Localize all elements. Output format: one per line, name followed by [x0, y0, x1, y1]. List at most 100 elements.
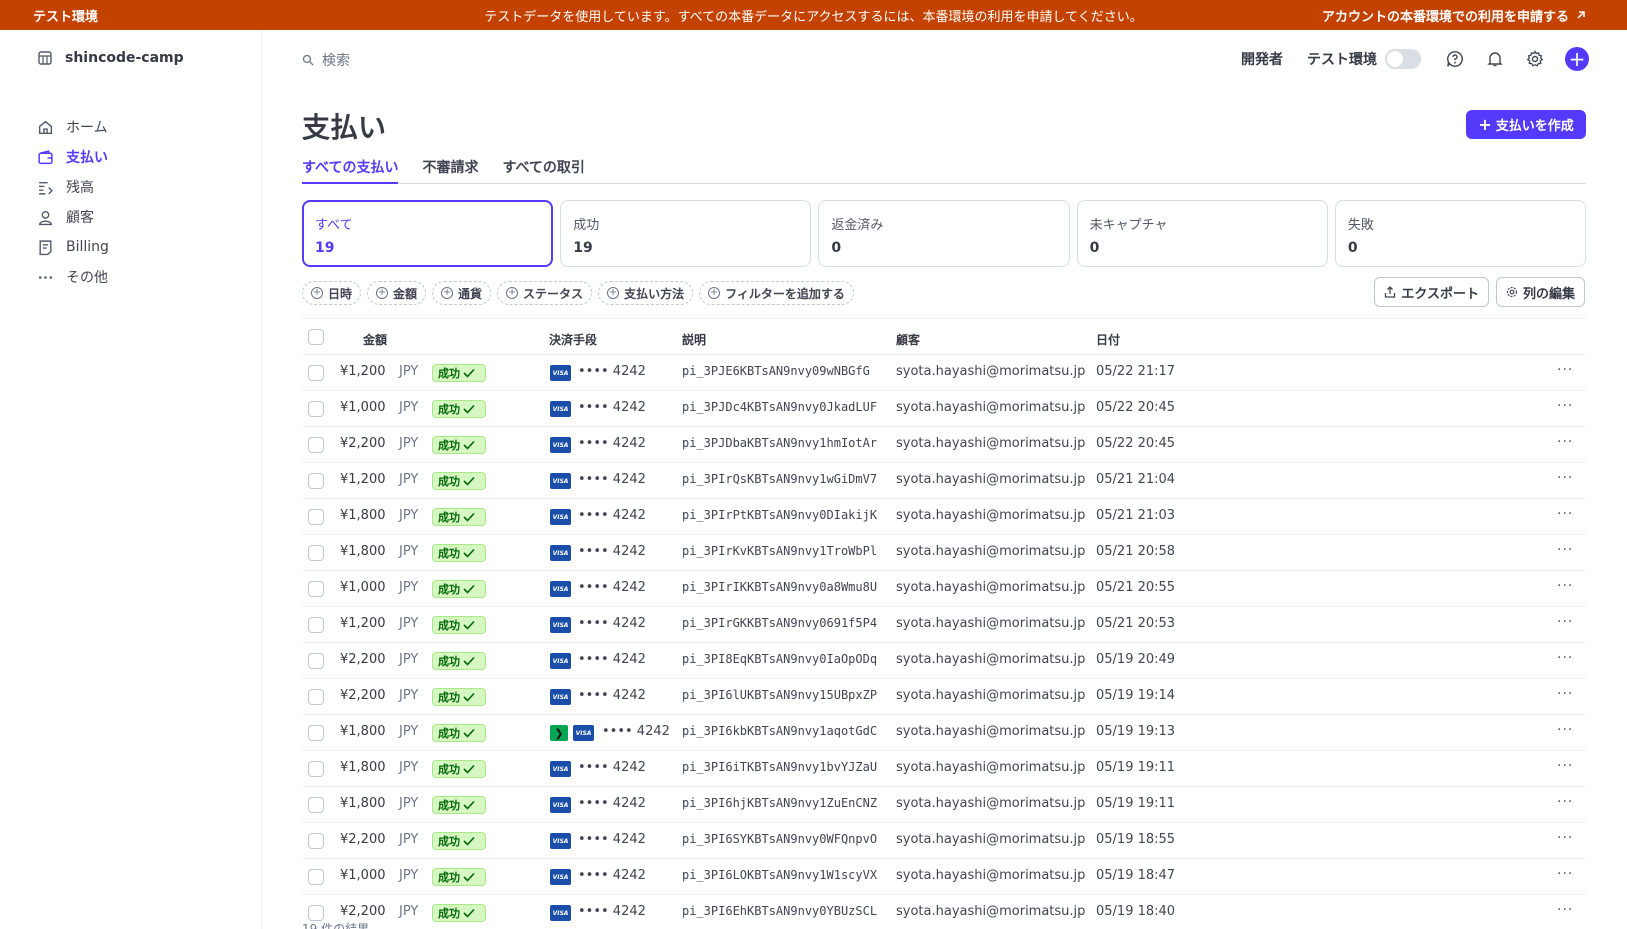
row-checkbox[interactable]	[308, 437, 324, 453]
header-method[interactable]: 決済手段	[549, 331, 597, 348]
header-date[interactable]: 日付	[1096, 331, 1120, 348]
sidebar-item-payments[interactable]: 支払い	[37, 142, 109, 172]
check-icon	[463, 440, 475, 450]
row-menu-button[interactable]: ···	[1557, 830, 1573, 846]
sidebar-item-customers[interactable]: 顧客	[37, 202, 109, 232]
table-row[interactable]: ¥2,200 JPY 成功 VISA •••• 4242 pi_3PJDbaKBTsAN9…	[302, 427, 1586, 463]
row-checkbox[interactable]	[308, 761, 324, 777]
table-row[interactable]: ¥1,800 JPY 成功 VISA •••• 4242 pi_3PI6iTKBTsAN9…	[302, 751, 1586, 787]
payment-id: pi_3PI6EhKBTsAN9nvy0YBUzSCL	[682, 904, 878, 918]
table-row[interactable]: ¥1,000 JPY 成功 VISA •••• 4242 pi_3PJDc4KBTsAN9…	[302, 391, 1586, 427]
row-checkbox[interactable]	[308, 509, 324, 525]
row-menu-button[interactable]: ···	[1557, 542, 1573, 558]
select-all-checkbox[interactable]	[308, 329, 324, 345]
status-card-succeeded[interactable]: 成功 19	[560, 200, 812, 267]
row-checkbox[interactable]	[308, 653, 324, 669]
status-label: 成功	[438, 835, 460, 848]
header-description[interactable]: 説明	[682, 331, 706, 348]
help-button[interactable]	[1445, 49, 1465, 69]
filter-payment-method[interactable]: + 支払い方法	[598, 281, 694, 305]
row-menu-button[interactable]: ···	[1557, 794, 1573, 810]
row-checkbox[interactable]	[308, 617, 324, 633]
row-menu-button[interactable]: ···	[1557, 398, 1573, 414]
row-menu-button[interactable]: ···	[1557, 578, 1573, 594]
edit-columns-button[interactable]: 列の編集	[1495, 277, 1585, 307]
filter-currency[interactable]: + 通貨	[432, 281, 492, 305]
test-mode-toggle[interactable]	[1385, 49, 1421, 69]
filter-add[interactable]: + フィルターを追加する	[699, 281, 854, 305]
status-card-refunded[interactable]: 返金済み 0	[818, 200, 1070, 267]
row-menu-button[interactable]: ···	[1557, 506, 1573, 522]
plus-circle-icon: +	[376, 287, 389, 299]
table-row[interactable]: ¥1,800 JPY 成功 ❯ VISA •••• 4242 pi_3PI6kbKBTsAN…	[302, 715, 1586, 751]
row-menu-button[interactable]: ···	[1557, 902, 1573, 918]
row-checkbox[interactable]	[308, 797, 324, 813]
developers-link[interactable]: 開発者	[1241, 49, 1283, 69]
sidebar-item-balances[interactable]: 残高	[37, 172, 109, 202]
row-checkbox[interactable]	[308, 545, 324, 561]
row-menu-button[interactable]: ···	[1557, 758, 1573, 774]
visa-card-icon: VISA	[550, 437, 571, 453]
sidebar-item-billing[interactable]: Billing	[37, 232, 109, 262]
customer-email: syota.hayashi@morimatsu.jp	[896, 544, 1086, 559]
table-row[interactable]: ¥2,200 JPY 成功 VISA •••• 4242 pi_3PI6lUKBTsAN9…	[302, 679, 1586, 715]
row-menu-button[interactable]: ···	[1557, 614, 1573, 630]
create-payment-button[interactable]: + 支払いを作成	[1466, 110, 1586, 139]
filter-amount[interactable]: + 金額	[367, 281, 427, 305]
row-menu-button[interactable]: ···	[1557, 362, 1573, 378]
table-row[interactable]: ¥1,800 JPY 成功 VISA •••• 4242 pi_3PIrPtKBTsAN9…	[302, 499, 1586, 535]
account-switcher[interactable]: shincode-camp	[37, 50, 184, 66]
table-row[interactable]: ¥2,200 JPY 成功 VISA •••• 4242 pi_3PI6EhKBTsAN9…	[302, 895, 1586, 929]
row-menu-button[interactable]: ···	[1557, 866, 1573, 882]
row-checkbox[interactable]	[308, 725, 324, 741]
table-row[interactable]: ¥2,200 JPY 成功 VISA •••• 4242 pi_3PI8EqKBTsAN9…	[302, 643, 1586, 679]
tab-all-transactions[interactable]: すべての取引	[502, 153, 584, 184]
table-row[interactable]: ¥1,000 JPY 成功 VISA •••• 4242 pi_3PIrIKKBTsAN9…	[302, 571, 1586, 607]
row-checkbox[interactable]	[308, 473, 324, 489]
row-checkbox[interactable]	[308, 905, 324, 921]
table-row[interactable]: ¥1,200 JPY 成功 VISA •••• 4242 pi_3PIrGKKBTsAN9…	[302, 607, 1586, 643]
table-row[interactable]: ¥1,000 JPY 成功 VISA •••• 4242 pi_3PI6LOKBTsAN9…	[302, 859, 1586, 895]
status-card-uncaptured[interactable]: 未キャプチャ 0	[1076, 200, 1328, 267]
row-checkbox[interactable]	[308, 581, 324, 597]
row-checkbox[interactable]	[308, 689, 324, 705]
status-card-count: 19	[573, 240, 593, 256]
tab-disputes[interactable]: 不審請求	[422, 153, 478, 184]
row-menu-button[interactable]: ···	[1557, 722, 1573, 738]
table-row[interactable]: ¥1,200 JPY 成功 VISA •••• 4242 pi_3PIrQsKBTsAN9…	[302, 463, 1586, 499]
payment-id: pi_3PI6iTKBTsAN9nvy1bvYJZaU	[682, 760, 878, 774]
search-input[interactable]: 検索	[302, 50, 350, 70]
notifications-button[interactable]	[1485, 49, 1505, 69]
header-amount[interactable]: 金額	[363, 331, 387, 348]
create-new-button[interactable]: +	[1565, 47, 1589, 71]
sidebar-item-home[interactable]: ホーム	[37, 112, 109, 142]
payment-date: 05/19 19:11	[1096, 760, 1176, 775]
banner-cta-link[interactable]: アカウントの本番環境での利用を申請する	[1322, 6, 1587, 25]
filter-label: ステータス	[523, 286, 584, 301]
customer-email: syota.hayashi@morimatsu.jp	[896, 400, 1086, 415]
table-row[interactable]: ¥2,200 JPY 成功 VISA •••• 4242 pi_3PI6SYKBTsAN9…	[302, 823, 1586, 859]
header-customer[interactable]: 顧客	[896, 331, 920, 348]
filter-date[interactable]: + 日時	[302, 281, 362, 305]
row-checkbox[interactable]	[308, 869, 324, 885]
filter-status[interactable]: + ステータス	[497, 281, 593, 305]
row-menu-button[interactable]: ···	[1557, 686, 1573, 702]
visa-card-icon: VISA	[550, 797, 571, 813]
status-card-failed[interactable]: 失敗 0	[1334, 200, 1587, 267]
status-card-all[interactable]: すべて 19	[302, 200, 554, 267]
row-checkbox[interactable]	[308, 365, 324, 381]
row-menu-button[interactable]: ···	[1557, 434, 1573, 450]
row-checkbox[interactable]	[308, 401, 324, 417]
table-row[interactable]: ¥1,200 JPY 成功 VISA •••• 4242 pi_3PJE6KBTsAN9n…	[302, 355, 1586, 391]
row-menu-button[interactable]: ···	[1557, 650, 1573, 666]
table-row[interactable]: ¥1,800 JPY 成功 VISA •••• 4242 pi_3PIrKvKBTsAN9…	[302, 535, 1586, 571]
row-menu-button[interactable]: ···	[1557, 470, 1573, 486]
row-checkbox[interactable]	[308, 833, 324, 849]
table-row[interactable]: ¥1,800 JPY 成功 VISA •••• 4242 pi_3PI6hjKBTsAN9…	[302, 787, 1586, 823]
tab-all-payments[interactable]: すべての支払い	[302, 153, 399, 184]
export-button[interactable]: エクスポート	[1374, 277, 1489, 307]
customer-email: syota.hayashi@morimatsu.jp	[896, 904, 1086, 919]
card-brand: VISA	[552, 873, 569, 881]
sidebar-item-more[interactable]: その他	[37, 262, 109, 292]
settings-button[interactable]	[1525, 49, 1545, 69]
